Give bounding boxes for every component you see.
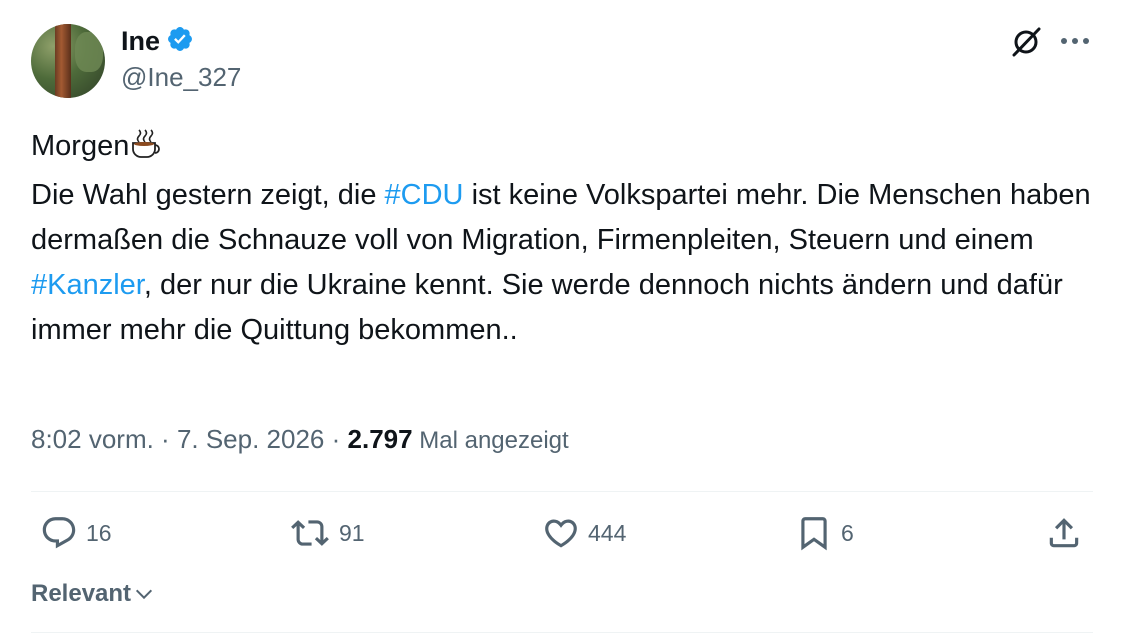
heart-icon bbox=[545, 519, 577, 548]
divider bbox=[31, 491, 1093, 492]
coffee-icon bbox=[129, 127, 163, 173]
bookmark-icon bbox=[801, 517, 827, 551]
bookmark-count: 6 bbox=[841, 519, 854, 546]
tweet-text-part-3: , der nur die Ukraine kennt. Sie werde d… bbox=[31, 269, 1063, 346]
tweet-meta: 8:02 vorm. · 7. Sep. 2026 · 2.797 Mal an… bbox=[31, 424, 569, 455]
sort-relevant-dropdown[interactable]: Relevant bbox=[31, 580, 155, 608]
meta-separator: · bbox=[153, 424, 177, 454]
retweet-count: 91 bbox=[339, 519, 365, 546]
hashtag-cdu-link[interactable]: #CDU bbox=[385, 179, 464, 211]
avatar[interactable] bbox=[31, 24, 105, 98]
retweet-icon bbox=[291, 520, 329, 546]
share-icon bbox=[1049, 518, 1079, 548]
author-handle[interactable]: @Ine_327 bbox=[121, 62, 241, 93]
author-name-row[interactable]: Ine bbox=[121, 25, 194, 58]
tweet-greeting: Morgen bbox=[31, 130, 130, 162]
bookmark-button[interactable]: 6 bbox=[795, 514, 854, 552]
tweet-text: Morgen Die Wahl gestern zeigt, die #CDU … bbox=[31, 124, 1096, 353]
reply-count: 16 bbox=[86, 519, 112, 546]
meta-separator: · bbox=[324, 424, 348, 454]
chevron-down-icon bbox=[136, 589, 153, 600]
tweet-date-link[interactable]: 7. Sep. 2026 bbox=[177, 424, 324, 454]
tweet-text-part-1: Die Wahl gestern zeigt, die bbox=[31, 179, 385, 211]
author-display-name[interactable]: Ine bbox=[121, 26, 160, 57]
reply-icon bbox=[42, 517, 76, 549]
grok-icon[interactable] bbox=[1008, 24, 1044, 60]
hashtag-kanzler-link[interactable]: #Kanzler bbox=[31, 269, 144, 301]
share-button[interactable] bbox=[1045, 514, 1083, 552]
reply-button[interactable]: 16 bbox=[40, 514, 112, 552]
avatar-tree-trunk bbox=[55, 24, 71, 98]
tweet-time-link[interactable]: 8:02 vorm. bbox=[31, 424, 154, 454]
divider bbox=[31, 632, 1093, 633]
avatar-foliage bbox=[75, 32, 103, 72]
views-label: Mal angezeigt bbox=[412, 427, 569, 454]
views-count: 2.797 bbox=[347, 424, 413, 454]
sort-label: Relevant bbox=[31, 580, 132, 607]
retweet-button[interactable]: 91 bbox=[289, 514, 365, 552]
verified-badge-icon bbox=[166, 25, 194, 58]
like-button[interactable]: 444 bbox=[542, 514, 626, 552]
like-count: 444 bbox=[588, 519, 627, 546]
more-options-icon[interactable] bbox=[1057, 26, 1093, 56]
